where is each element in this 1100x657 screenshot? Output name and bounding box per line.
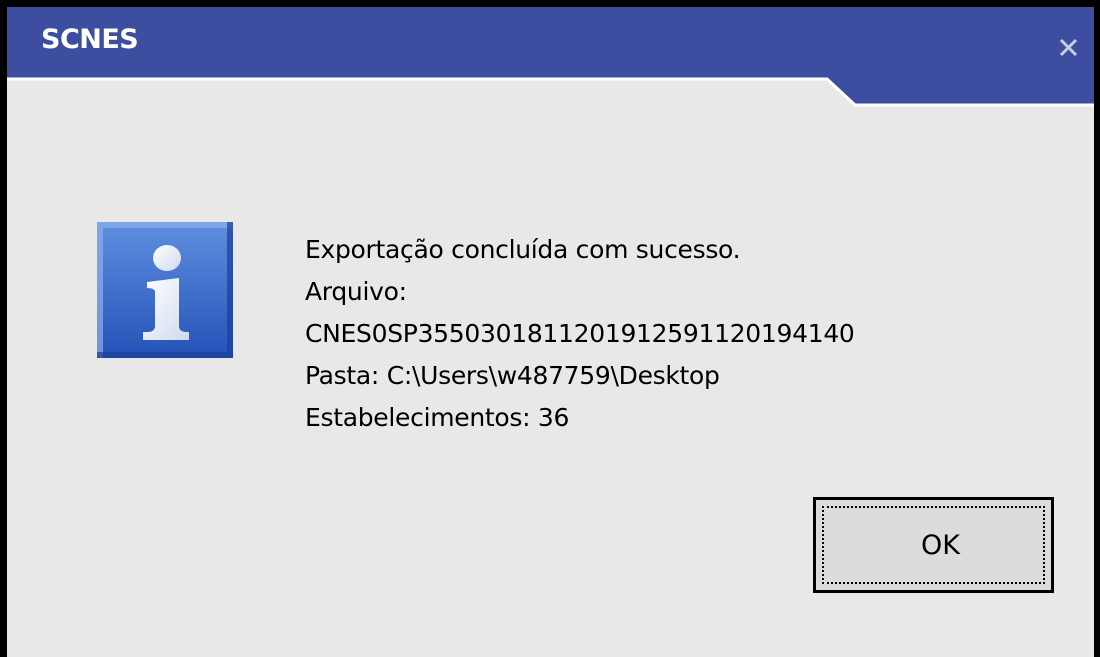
focus-rectangle: OK — [822, 506, 1045, 584]
ok-button[interactable]: OK — [813, 497, 1054, 593]
message-line-status: Exportação concluída com sucesso. — [305, 235, 741, 264]
message-line-folder: Pasta: C:\Users\w487759\Desktop — [305, 361, 720, 390]
title-bar-background — [7, 7, 1094, 107]
window-title: SCNES — [41, 24, 139, 55]
message-line-count: Estabelecimentos: 36 — [305, 403, 570, 432]
dialog-window: SCNES Exportação concluída com sucesso. … — [0, 0, 1100, 657]
message-line-file-name: CNES0SP3550301811201912591120194140 — [305, 319, 855, 348]
message-line-file-label: Arquivo: — [305, 277, 407, 306]
title-bar[interactable]: SCNES — [7, 7, 1094, 107]
close-icon — [1059, 38, 1078, 57]
message-text: Exportação concluída com sucesso. Arquiv… — [305, 229, 855, 439]
ok-button-label: OK — [921, 529, 960, 561]
info-icon — [97, 222, 233, 358]
close-button[interactable] — [1056, 33, 1084, 61]
